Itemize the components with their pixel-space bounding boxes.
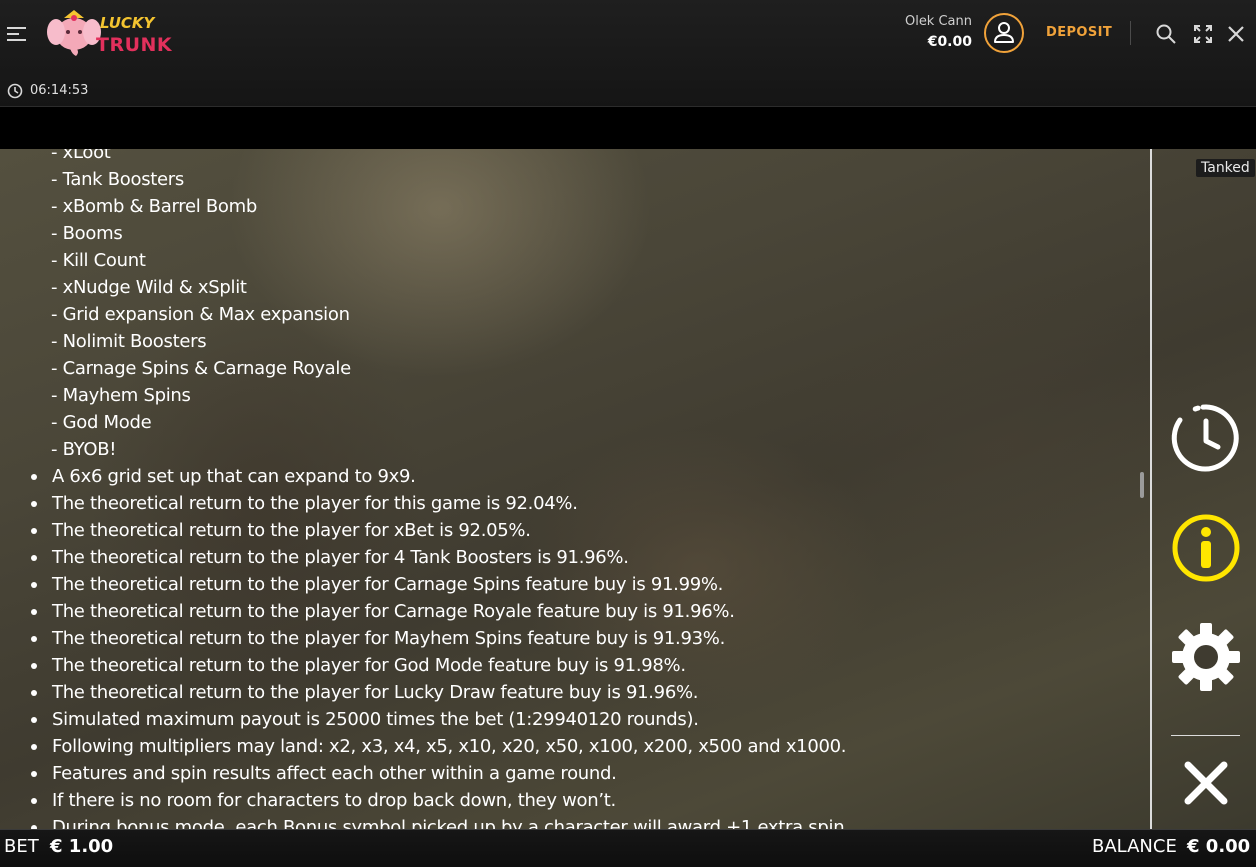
- feature-item: - xLoot: [51, 149, 111, 163]
- feature-item: - BYOB!: [51, 439, 117, 460]
- game-title-tag: Tanked: [1196, 159, 1255, 177]
- close-icon[interactable]: [1170, 747, 1242, 819]
- rules-list-item: The theoretical return to the player for…: [0, 571, 1140, 598]
- feature-item: - xBomb & Barrel Bomb: [51, 196, 257, 217]
- close-icon[interactable]: [1225, 23, 1247, 45]
- rules-list-item: If there is no room for characters to dr…: [0, 787, 1140, 814]
- feature-item: - Mayhem Spins: [51, 385, 191, 406]
- side-panel-divider: [1150, 149, 1152, 829]
- brand-name-line2: TRUNK: [96, 34, 173, 56]
- rules-list-item: The theoretical return to the player for…: [0, 490, 1140, 517]
- feature-item: - xNudge Wild & xSplit: [51, 277, 247, 298]
- game-info-panel[interactable]: - xLoot - Tank Boosters - xBomb & Barrel…: [0, 149, 1140, 829]
- elephant-logo-icon: [47, 10, 101, 56]
- feature-item: - Nolimit Boosters: [51, 331, 207, 352]
- settings-icon[interactable]: [1170, 621, 1242, 693]
- user-balance: €0.00: [927, 34, 972, 50]
- account-button[interactable]: [984, 13, 1024, 53]
- history-icon[interactable]: [1170, 403, 1242, 475]
- game-area: - xLoot - Tank Boosters - xBomb & Barrel…: [0, 149, 1256, 829]
- clock-icon: [7, 83, 23, 99]
- user-icon: [994, 22, 1014, 43]
- balance-label: BALANCE: [1092, 836, 1177, 857]
- game-info-content: - xLoot - Tank Boosters - xBomb & Barrel…: [0, 149, 1140, 829]
- balance-value: € 0.00: [1187, 836, 1251, 857]
- rules-list-item: During bonus mode, each Bonus symbol pic…: [0, 814, 1140, 829]
- rules-list-item: The theoretical return to the player for…: [0, 544, 1140, 571]
- bet-label: BET: [4, 836, 39, 857]
- feature-item: - Booms: [51, 223, 123, 244]
- feature-item: - Tank Boosters: [51, 169, 184, 190]
- header-spacer: [0, 107, 1256, 149]
- rules-list-item: Simulated maximum payout is 25000 times …: [0, 706, 1140, 733]
- deposit-button[interactable]: DEPOSIT: [1046, 25, 1112, 40]
- divider: [1130, 21, 1131, 45]
- feature-item: - Grid expansion & Max expansion: [51, 304, 350, 325]
- brand-name-line1: LUCKY: [100, 14, 155, 32]
- rules-list-item: The theoretical return to the player for…: [0, 598, 1140, 625]
- rules-list-item: Features and spin results affect each ot…: [0, 760, 1140, 787]
- rules-list-item: The theoretical return to the player for…: [0, 625, 1140, 652]
- menu-icon[interactable]: [7, 27, 26, 41]
- feature-item: - God Mode: [51, 412, 152, 433]
- feature-item: - Carnage Spins & Carnage Royale: [51, 358, 351, 379]
- user-name: Olek Cann: [904, 14, 972, 29]
- rules-list-item: The theoretical return to the player for…: [0, 517, 1140, 544]
- rules-list-item: A 6x6 grid set up that can expand to 9x9…: [0, 463, 1140, 490]
- side-panel-separator: [1171, 735, 1240, 736]
- rules-list-item: The theoretical return to the player for…: [0, 652, 1140, 679]
- rules-list-item: Following multipliers may land: x2, x3, …: [0, 733, 1140, 760]
- top-bar: LUCKY TRUNK Olek Cann €0.00 DEPOSIT 06:1…: [0, 0, 1256, 107]
- scrollbar-thumb[interactable]: [1140, 472, 1144, 498]
- bottom-bar: BET € 1.00 BALANCE € 0.00: [0, 829, 1256, 867]
- bet-value: € 1.00: [50, 836, 114, 857]
- clock-time: 06:14:53: [30, 83, 89, 98]
- fullscreen-icon[interactable]: [1192, 23, 1214, 45]
- feature-item: - Kill Count: [51, 250, 146, 271]
- info-icon[interactable]: [1170, 512, 1242, 584]
- search-icon[interactable]: [1155, 23, 1177, 45]
- rules-list-item: The theoretical return to the player for…: [0, 679, 1140, 706]
